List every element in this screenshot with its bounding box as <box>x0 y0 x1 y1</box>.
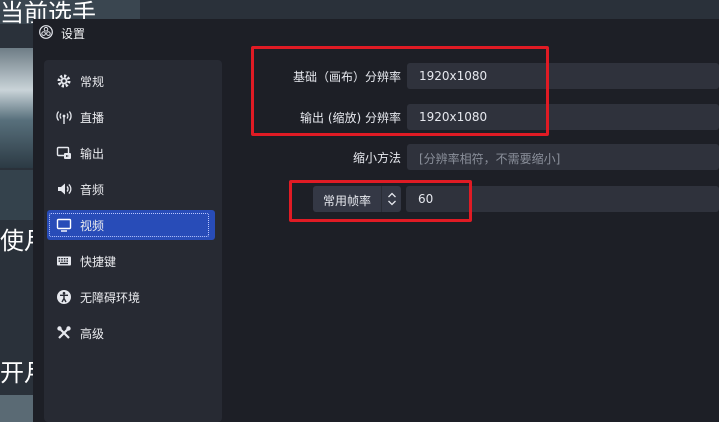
keyboard-icon <box>57 256 71 266</box>
sidebar-item-label: 高级 <box>80 327 105 341</box>
downscale-filter-value: [分辨率相符，不需要缩小] <box>419 152 561 166</box>
speaker-icon <box>58 183 72 195</box>
accessibility-icon <box>57 290 71 304</box>
sidebar-item-label: 无障碍环境 <box>80 291 141 305</box>
monitor-icon <box>56 218 72 232</box>
sidebar-item-label: 直播 <box>80 111 105 125</box>
sidebar-item-accessibility[interactable]: 无障碍环境 <box>47 282 215 312</box>
sidebar-item-stream[interactable]: 直播 <box>47 102 215 132</box>
sidebar-item-label: 常规 <box>80 75 105 89</box>
downscale-filter-select[interactable]: [分辨率相符，不需要缩小] <box>407 144 719 170</box>
sidebar-item-general[interactable]: 常规 <box>47 66 215 96</box>
sidebar-item-hotkeys[interactable]: 快捷键 <box>47 246 215 276</box>
sidebar-item-output[interactable]: 输出 <box>47 138 215 168</box>
gear-icon <box>57 74 71 88</box>
sidebar-item-audio[interactable]: 音频 <box>47 174 215 204</box>
resolution-highlight-box <box>251 46 549 136</box>
output-icon <box>56 146 71 159</box>
fps-highlight-box <box>289 180 472 222</box>
window-title: 设置 <box>61 27 86 41</box>
broadcast-icon <box>56 111 72 124</box>
sidebar-item-label: 快捷键 <box>80 255 117 269</box>
sidebar-item-label: 视频 <box>80 219 105 233</box>
obs-logo-icon <box>39 25 53 39</box>
tools-icon <box>57 326 71 339</box>
downscale-filter-label: 缩小方法 <box>352 151 401 165</box>
sidebar-item-advanced[interactable]: 高级 <box>47 318 215 348</box>
sidebar-item-label: 输出 <box>80 147 105 161</box>
sidebar-item-video[interactable]: 视频 <box>47 210 215 240</box>
title-bar[interactable]: 设置 <box>33 19 719 46</box>
sidebar-item-label: 音频 <box>80 183 105 197</box>
settings-sidebar: 常规 直播 输出 音频 视频 快捷键 无障碍环境 高级 <box>44 60 222 422</box>
